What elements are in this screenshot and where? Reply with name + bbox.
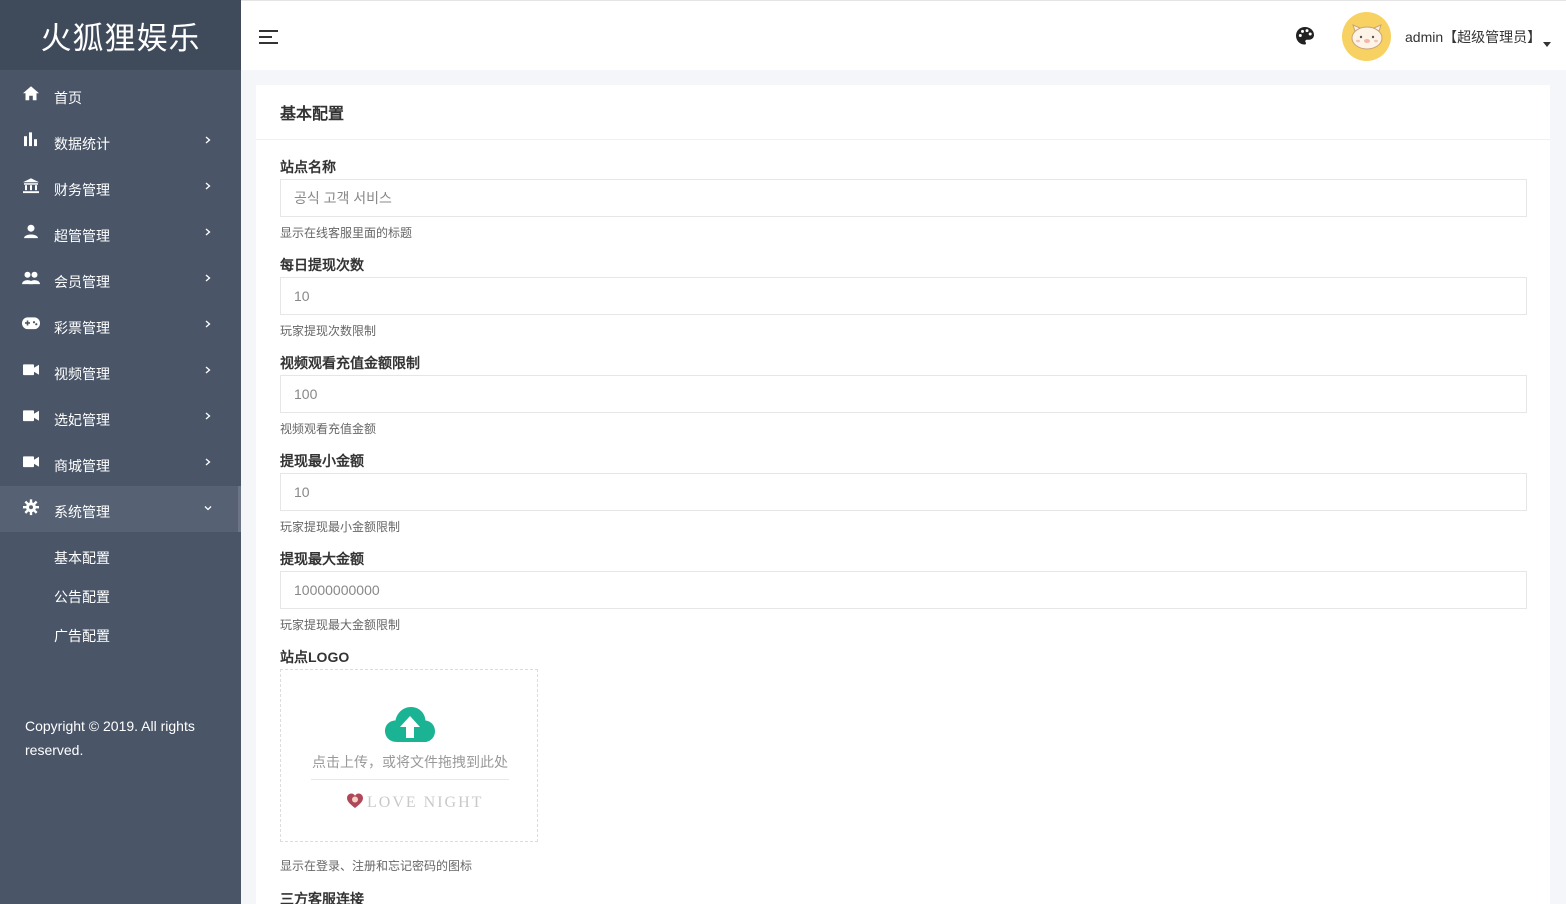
video-icon — [22, 406, 40, 424]
cloud-upload-icon — [384, 706, 436, 744]
sidebar-item-members[interactable]: 会员管理 — [0, 256, 241, 302]
sidebar-item-label: 会员管理 — [54, 274, 110, 290]
menu-toggle-icon[interactable] — [258, 27, 280, 45]
brand-title: 火狐狸娱乐 — [0, 0, 241, 70]
sidebar-subnav: 基本配置 公告配置 广告配置 — [0, 538, 241, 655]
min-withdraw-help: 玩家提现最小金额限制 — [280, 520, 401, 534]
logo-upload-area[interactable]: 点击上传，或将文件拖拽到此处 LOVE NIGHT — [280, 669, 538, 842]
sidebar-item-video[interactable]: 视频管理 — [0, 348, 241, 394]
logo-preview: LOVE NIGHT — [347, 793, 483, 813]
sidebar-item-label: 选妃管理 — [54, 412, 110, 428]
chevron-right-icon — [203, 319, 213, 329]
site-name-label: 站点名称 — [280, 159, 336, 175]
site-logo-help: 显示在登录、注册和忘记密码的图标 — [280, 859, 473, 873]
min-withdraw-input[interactable]: 10 — [280, 473, 1527, 511]
config-card: 基本配置 站点名称 공식 고객 서비스 显示在线客服里面的标题 每日提现次数 1… — [256, 85, 1550, 904]
daily-withdraw-count-help: 玩家提现次数限制 — [280, 324, 377, 338]
card-title: 基本配置 — [256, 85, 1550, 140]
sidebar-item-label: 系统管理 — [54, 504, 110, 520]
sidebar-subitem-basic-config[interactable]: 基本配置 — [0, 538, 241, 577]
chevron-right-icon — [203, 457, 213, 467]
chevron-right-icon — [203, 135, 213, 145]
sidebar-item-label: 超管管理 — [54, 228, 110, 244]
caret-down-icon — [1543, 34, 1551, 47]
site-logo-label: 站点LOGO — [280, 649, 350, 665]
chevron-right-icon — [203, 181, 213, 191]
site-name-help: 显示在线客服里面的标题 — [280, 226, 413, 240]
palette-icon[interactable] — [1295, 26, 1315, 46]
sidebar-subitem-notice-config[interactable]: 公告配置 — [0, 577, 241, 616]
avatar[interactable] — [1342, 12, 1391, 61]
third-party-service-label: 三方客服连接 — [280, 891, 364, 904]
sidebar-item-system[interactable]: 系统管理 — [0, 486, 241, 532]
upload-divider — [311, 779, 509, 780]
gear-icon — [22, 498, 40, 516]
video-recharge-limit-help: 视频观看充值金额 — [280, 422, 377, 436]
video-icon — [22, 360, 40, 378]
sidebar-item-super-admin[interactable]: 超管管理 — [0, 210, 241, 256]
users-icon — [22, 268, 40, 286]
bank-icon — [22, 176, 40, 194]
sidebar-nav: 首页 数据统计 财务管理 超管管理 会员管理 彩票管理 视频管理 选妃管理 商城… — [0, 72, 241, 532]
sidebar-item-label: 首页 — [54, 90, 82, 106]
upload-hint: 点击上传，或将文件拖拽到此处 — [312, 754, 508, 770]
sidebar-item-label: 商城管理 — [54, 458, 110, 474]
top-header: admin【超级管理员】 — [241, 0, 1566, 70]
max-withdraw-input[interactable]: 10000000000 — [280, 571, 1527, 609]
sidebar-item-lottery[interactable]: 彩票管理 — [0, 302, 241, 348]
sidebar-item-label: 视频管理 — [54, 366, 110, 382]
chevron-right-icon — [203, 227, 213, 237]
site-name-input[interactable]: 공식 고객 서비스 — [280, 179, 1527, 217]
max-withdraw-help: 玩家提现最大金额限制 — [280, 618, 401, 632]
home-icon — [22, 84, 40, 102]
sidebar-item-label: 数据统计 — [54, 136, 110, 152]
sidebar-subitem-ad-config[interactable]: 广告配置 — [0, 616, 241, 655]
daily-withdraw-count-label: 每日提现次数 — [280, 257, 364, 273]
user-icon — [22, 222, 40, 240]
sidebar-item-label: 财务管理 — [54, 182, 110, 198]
video-recharge-limit-input[interactable]: 100 — [280, 375, 1527, 413]
chevron-right-icon — [203, 411, 213, 421]
sidebar-item-label: 彩票管理 — [54, 320, 110, 336]
sidebar-item-home[interactable]: 首页 — [0, 72, 241, 118]
video-icon — [22, 452, 40, 470]
sidebar-item-finance[interactable]: 财务管理 — [0, 164, 241, 210]
sidebar-item-data-stats[interactable]: 数据统计 — [0, 118, 241, 164]
logo-preview-text: LOVE NIGHT — [367, 794, 484, 811]
user-menu[interactable]: admin【超级管理员】 — [1405, 27, 1541, 47]
daily-withdraw-count-input[interactable]: 10 — [280, 277, 1527, 315]
gamepad-icon — [22, 314, 40, 332]
heart-logo-icon — [347, 793, 363, 814]
chevron-right-icon — [203, 365, 213, 375]
sidebar-item-shop[interactable]: 商城管理 — [0, 440, 241, 486]
min-withdraw-label: 提现最小金额 — [280, 453, 364, 469]
chevron-right-icon — [203, 273, 213, 283]
video-recharge-limit-label: 视频观看充值金额限制 — [280, 355, 420, 371]
sidebar-item-select[interactable]: 选妃管理 — [0, 394, 241, 440]
copyright: Copyright © 2019. All rights reserved. — [25, 718, 195, 758]
sidebar: 火狐狸娱乐 首页 数据统计 财务管理 超管管理 会员管理 彩票管理 视频管理 选… — [0, 0, 241, 904]
max-withdraw-label: 提现最大金额 — [280, 551, 364, 567]
bar-chart-icon — [22, 130, 40, 148]
chevron-down-icon — [203, 503, 213, 513]
